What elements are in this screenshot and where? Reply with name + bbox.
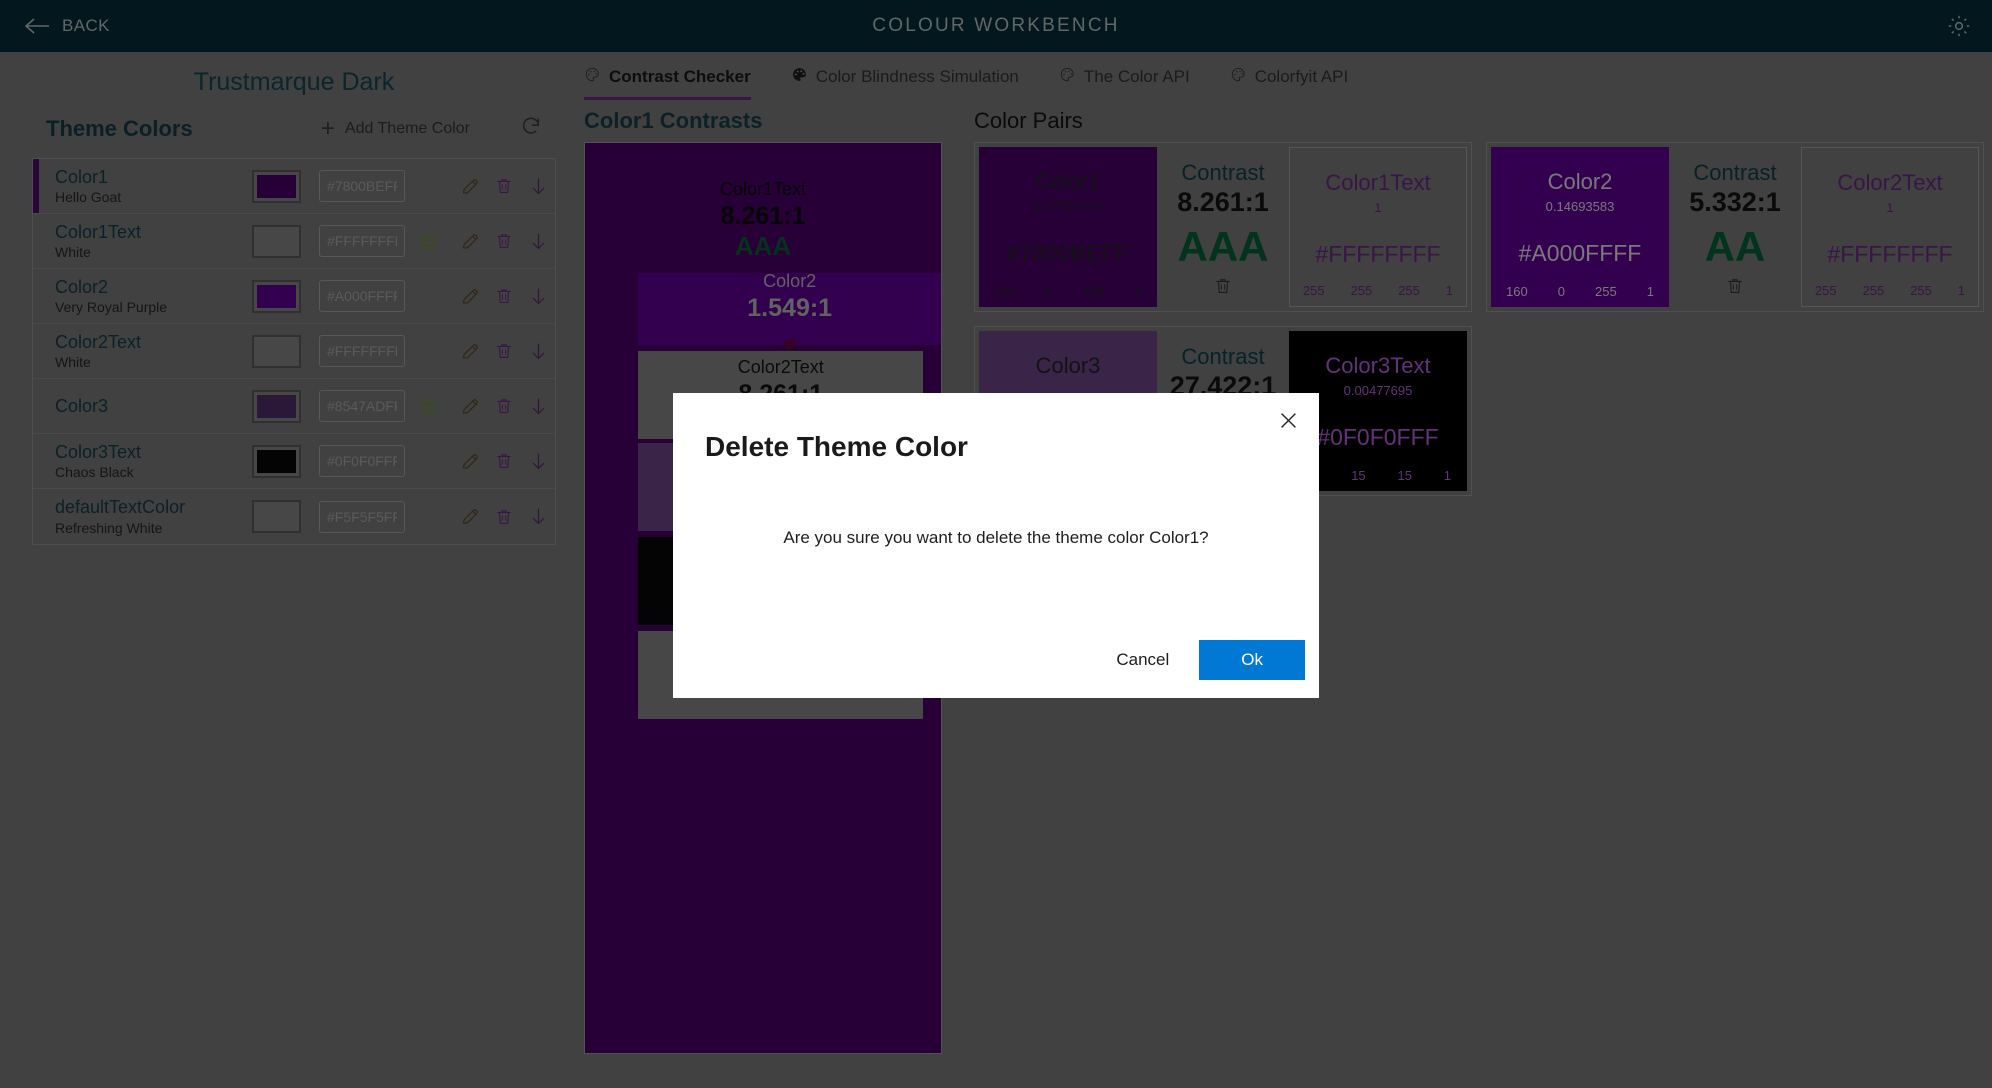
app-root: BACK COLOUR WORKBENCH Trustmarque Dark T…: [0, 0, 1992, 1088]
ok-button[interactable]: Ok: [1199, 640, 1305, 680]
dialog-message: Are you sure you want to delete the them…: [783, 528, 1209, 547]
dialog-actions: Cancel Ok: [1108, 640, 1305, 680]
dialog-title: Delete Theme Color: [705, 431, 968, 462]
close-icon[interactable]: [1273, 405, 1303, 435]
cancel-button[interactable]: Cancel: [1108, 641, 1177, 679]
delete-theme-color-dialog: Delete Theme Color Are you sure you want…: [673, 393, 1319, 698]
